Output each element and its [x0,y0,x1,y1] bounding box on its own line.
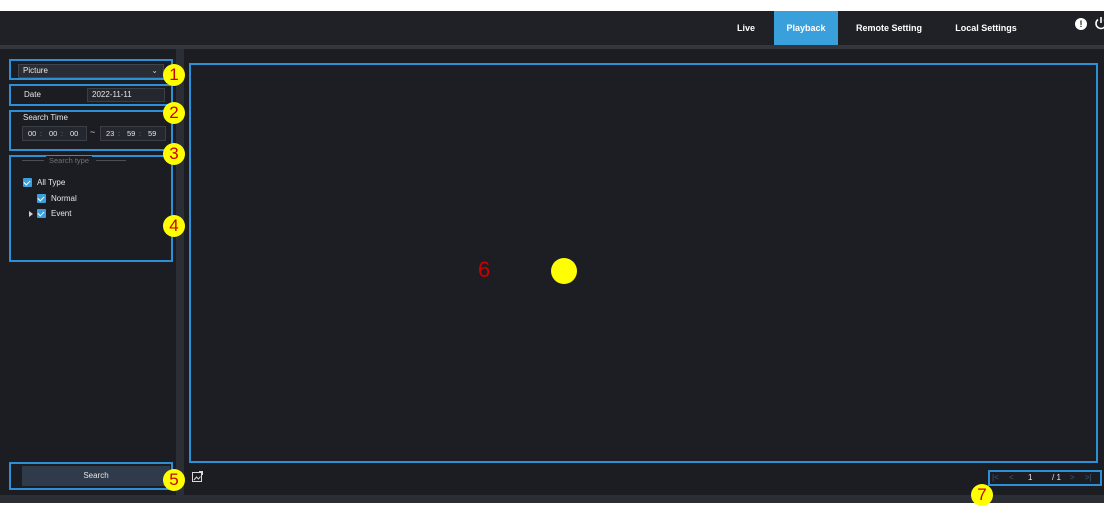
picture-display-area[interactable] [189,63,1098,463]
time-colon: : [40,129,43,138]
expand-caret-icon[interactable] [29,211,33,217]
annotation-label-6: 6 [478,257,491,282]
type-select[interactable]: Picture ⌄ [18,64,164,78]
date-label: Date [24,90,41,99]
checkbox-normal[interactable] [37,194,46,203]
checkbox-label-normal: Normal [51,194,77,203]
time-separator: ~ [90,127,96,137]
time-colon: : [139,129,142,138]
pagination: |< < 1 / 1 > >| [988,470,1102,486]
search-type-title: Search type [46,156,93,165]
footer-bar [0,495,1104,503]
time-colon: : [118,129,121,138]
end-hour: 23 [106,129,115,138]
next-page-button[interactable]: > [1070,472,1075,484]
start-time-input[interactable]: 00 : 00 : 00 [22,126,87,141]
nav-tab-live[interactable]: Live [728,11,764,45]
group-line-right [96,160,126,161]
nav-tab-remote-setting[interactable]: Remote Setting [846,11,932,45]
end-time-input[interactable]: 23 : 59 : 59 [100,126,166,141]
search-button[interactable]: Search [22,466,170,486]
app-window: Live Playback Remote Setting Local Setti… [0,0,1104,506]
time-colon: : [61,129,64,138]
annotation-badge-1: 1 [163,64,185,86]
date-input[interactable]: 2022-11-11 [87,88,165,102]
last-page-button[interactable]: >| [1085,472,1092,484]
search-type-outline [9,155,173,262]
annotation-badge-5: 5 [163,469,185,491]
prev-page-button[interactable]: < [1009,472,1014,484]
end-minute: 59 [127,129,136,138]
info-icon[interactable]: ! [1075,18,1087,30]
start-second: 00 [70,129,79,138]
total-pages: / 1 [1052,473,1061,482]
checkbox-all-type[interactable] [23,178,32,187]
group-line-left [22,160,44,161]
start-hour: 00 [28,129,37,138]
end-second: 59 [148,129,157,138]
type-select-value: Picture [23,66,48,75]
first-page-button[interactable]: |< [992,472,999,484]
search-time-label: Search Time [23,113,68,122]
annotation-badge-2: 2 [163,102,185,124]
power-icon[interactable] [1094,16,1104,30]
current-page[interactable]: 1 [1028,472,1032,484]
annotation-marker [551,258,577,284]
chevron-down-icon: ⌄ [151,66,158,75]
annotation-badge-3: 3 [163,143,185,165]
export-image-icon[interactable] [192,471,203,482]
start-minute: 00 [49,129,58,138]
checkbox-label-all-type: All Type [37,178,66,187]
top-nav-bar: Live Playback Remote Setting Local Setti… [0,11,1104,45]
checkbox-label-event: Event [51,209,72,218]
nav-tab-local-settings[interactable]: Local Settings [944,11,1028,45]
checkbox-event[interactable] [37,209,46,218]
nav-tab-playback[interactable]: Playback [774,11,838,45]
annotation-badge-4: 4 [163,215,185,237]
